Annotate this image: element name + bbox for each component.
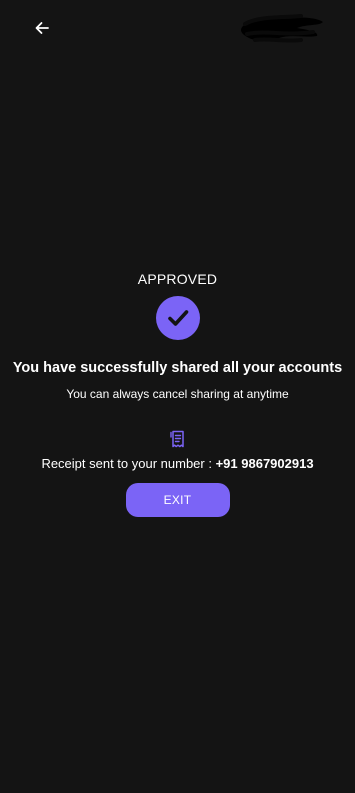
arrow-left-icon (35, 22, 49, 34)
approved-badge (155, 296, 200, 340)
receipt-info: Receipt sent to your number : +91 986790… (41, 455, 313, 473)
exit-button[interactable]: EXIT (125, 483, 230, 517)
consent-approved-screen: APPROVED You have successfully shared al… (0, 0, 355, 793)
redacted-logo (241, 14, 323, 43)
receipt-icon (169, 430, 184, 448)
cancel-info-text: You can always cancel sharing at anytime (66, 387, 289, 401)
status-label: APPROVED (137, 271, 218, 287)
back-button[interactable] (28, 14, 56, 42)
check-icon (167, 310, 188, 326)
receipt-prefix: Receipt sent to your number : (41, 456, 216, 471)
success-headline: You have successfully shared all your ac… (12, 360, 343, 376)
receipt-phone-number: +91 9867902913 (215, 456, 314, 471)
confirmation-content: APPROVED You have successfully shared al… (0, 270, 355, 517)
